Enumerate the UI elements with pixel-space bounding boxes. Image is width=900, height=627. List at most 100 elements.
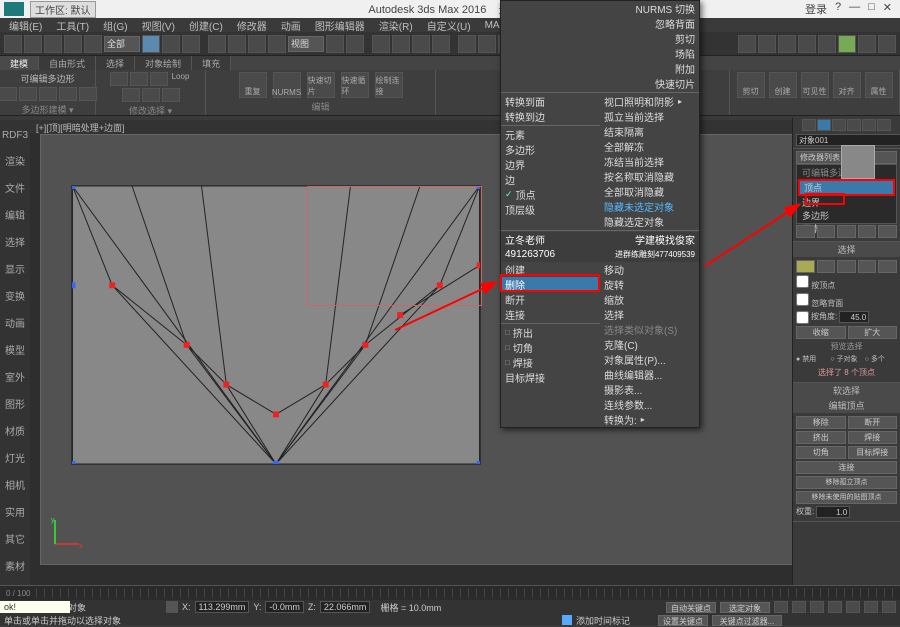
cm-polygon[interactable]: 多边形 [501, 142, 600, 157]
cm-vertex[interactable]: 顶点 [501, 187, 600, 202]
cm-delete[interactable]: 删除 [501, 277, 600, 292]
stack-poly[interactable]: 多边形 [798, 209, 895, 222]
cm-unhide-name[interactable]: 按名称取消隐藏 [600, 169, 699, 184]
so-elem-button[interactable] [878, 260, 897, 273]
sub-element-button[interactable] [79, 87, 97, 101]
manipulate-button[interactable] [346, 35, 364, 53]
visibility-big-button[interactable]: 可见性 [801, 72, 829, 98]
grow-button[interactable]: 扩大 [848, 326, 898, 339]
timeline[interactable]: 0 / 100 [0, 586, 900, 600]
cm-element[interactable]: 元素 [501, 127, 600, 142]
left-tab-11[interactable]: 材质 [5, 421, 25, 440]
sel-tool-3[interactable] [150, 72, 168, 86]
render-setup-button[interactable] [798, 35, 816, 53]
cmd-tab-utilities[interactable] [877, 119, 891, 131]
left-tab-10[interactable]: 图形 [5, 394, 25, 413]
spinner-snap-button[interactable] [432, 35, 450, 53]
cm-wire-params[interactable]: 连线参数... [600, 397, 699, 412]
cut-big-button[interactable]: 剪切 [737, 72, 765, 98]
by-vertex-check[interactable] [796, 275, 809, 288]
select-region-button[interactable] [182, 35, 200, 53]
cm-border[interactable]: 边界 [501, 157, 600, 172]
keyfilter-button[interactable]: 关键点过滤器... [712, 615, 782, 626]
redo-button[interactable] [24, 35, 42, 53]
snap-toggle-button[interactable] [372, 35, 390, 53]
select-name-button[interactable] [162, 35, 180, 53]
sub-vertex-button[interactable] [0, 87, 17, 101]
left-tab-7[interactable]: 动画 [5, 313, 25, 332]
bind-spacewarp-button[interactable] [84, 35, 102, 53]
viewport[interactable]: x y [40, 134, 890, 565]
left-tab-16[interactable]: 素材 [5, 556, 25, 575]
left-tab-4[interactable]: 选择 [5, 232, 25, 251]
maximize-button[interactable]: □ [868, 1, 875, 17]
cm-freeze-sel[interactable]: 冻结当前选择 [600, 154, 699, 169]
sub-edge-button[interactable] [19, 87, 37, 101]
prev-multi-radio[interactable]: 多个 [871, 356, 885, 363]
cm-toplevel[interactable]: 顶层级 [501, 202, 600, 217]
setkey-button[interactable]: 设置关键点 [658, 615, 708, 626]
remove-iso-button[interactable]: 移除孤立顶点 [796, 476, 897, 489]
cm-ignore-bf[interactable]: 忽略背面 [501, 16, 699, 31]
repeat-button[interactable]: 重复 [239, 72, 267, 98]
cm-attach[interactable]: 附加 [501, 61, 699, 76]
left-tab-3[interactable]: 编辑 [5, 205, 25, 224]
ribbon-tab-populate[interactable]: 填充 [192, 56, 231, 70]
paintconnect-button[interactable]: 绘制连接 [375, 72, 403, 98]
nurms-button[interactable]: NURMS [273, 72, 301, 98]
left-tab-0[interactable]: RDF3 [2, 128, 28, 143]
cm-unhide-all[interactable]: 全部取消隐藏 [600, 184, 699, 199]
sel-tool-4[interactable] [122, 88, 140, 102]
ribbon-tab-objectpaint[interactable]: 对象绘制 [135, 56, 192, 70]
cm-extrude[interactable]: 挤出 [501, 325, 600, 340]
left-tab-6[interactable]: 变换 [5, 286, 25, 305]
ribbon-tab-freeform[interactable]: 自由形式 [39, 56, 96, 70]
prev-off-radio[interactable]: 禁用 [802, 356, 816, 363]
create-big-button[interactable]: 创建 [769, 72, 797, 98]
remove-button[interactable]: 移除 [796, 416, 846, 429]
play-next-button[interactable] [810, 601, 824, 613]
prev-sub-radio[interactable]: 子对象 [837, 356, 858, 363]
move-button[interactable] [208, 35, 226, 53]
cm-cut[interactable]: 剪切 [501, 31, 699, 46]
left-tab-8[interactable]: 模型 [5, 340, 25, 359]
stack-remove-button[interactable] [858, 225, 877, 238]
timetag-icon[interactable] [562, 615, 572, 625]
render-button[interactable] [838, 35, 856, 53]
menu-edit[interactable]: 编辑(E) [4, 18, 47, 33]
extrude2-button[interactable]: 挤出 [796, 431, 846, 444]
sel-tool-5[interactable] [142, 88, 160, 102]
nav-max-button[interactable] [882, 601, 896, 613]
stack-vertex[interactable]: 顶点 [798, 179, 895, 196]
align-big-button[interactable]: 对齐 [833, 72, 861, 98]
render-preset-button[interactable] [858, 35, 876, 53]
undo-button[interactable] [4, 35, 22, 53]
autokey-button[interactable]: 自动关键点 [666, 602, 716, 613]
menu-tools[interactable]: 工具(T) [51, 18, 94, 33]
cm-break[interactable]: 断开 [501, 292, 600, 307]
scale-button[interactable] [248, 35, 266, 53]
shrink-button[interactable]: 收缩 [796, 326, 846, 339]
pivot-button[interactable] [326, 35, 344, 53]
named-sel-button[interactable] [458, 35, 476, 53]
cm-to-face[interactable]: 转换到面 [501, 94, 600, 109]
sub-poly-button[interactable] [59, 87, 77, 101]
quickslice-button[interactable]: 快速切片 [307, 72, 335, 98]
cm-edge[interactable]: 边 [501, 172, 600, 187]
by-angle-check[interactable] [796, 311, 809, 324]
left-tab-12[interactable]: 灯光 [5, 448, 25, 467]
rollout-editverts[interactable]: 编辑顶点 [793, 398, 900, 413]
cm-hide-unsel[interactable]: 隐藏未选定对象 [600, 199, 699, 214]
cmd-tab-motion[interactable] [847, 119, 861, 131]
cmd-tab-modify[interactable] [817, 119, 831, 131]
sel-tool-6[interactable] [162, 88, 180, 102]
stack-config-button[interactable] [878, 225, 897, 238]
ribbon-tab-selection[interactable]: 选择 [96, 56, 135, 70]
cm-unfreeze[interactable]: 全部解冻 [600, 139, 699, 154]
cm-select[interactable]: 选择 [600, 307, 699, 322]
rollout-selection[interactable]: 选择 [793, 242, 900, 257]
connect2-button[interactable]: 连接 [796, 461, 897, 474]
left-tab-15[interactable]: 其它 [5, 529, 25, 548]
coord-x[interactable]: 113.299mm [195, 601, 250, 613]
stack-unique-button[interactable] [837, 225, 856, 238]
